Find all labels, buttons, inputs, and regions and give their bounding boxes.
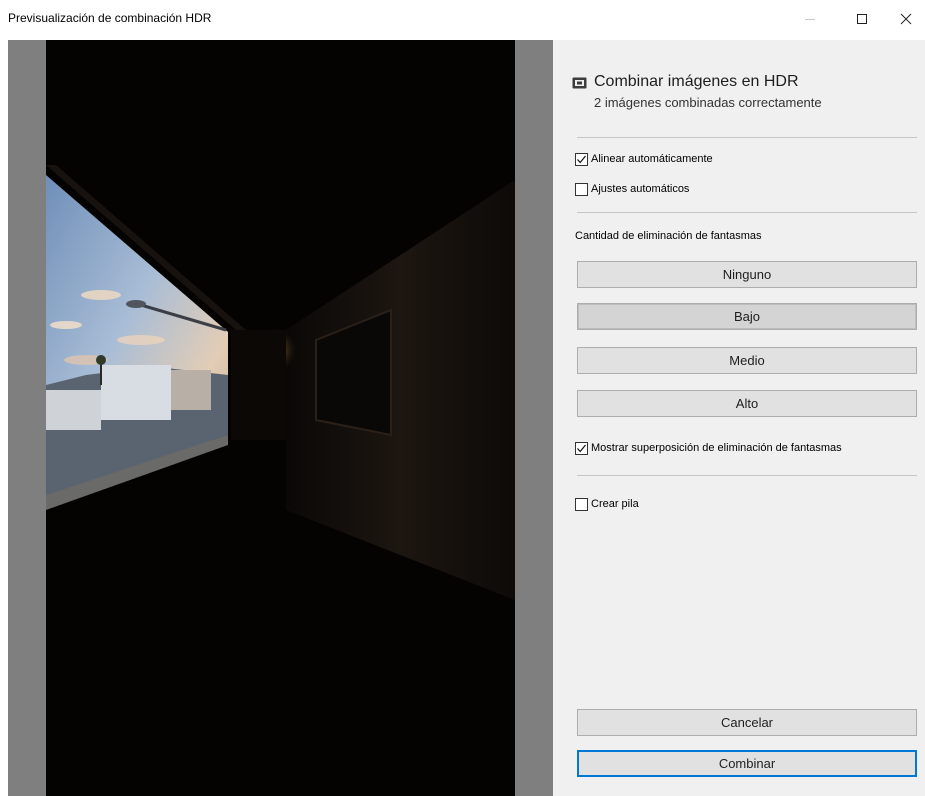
- panel-title: Combinar imágenes en HDR: [594, 73, 799, 90]
- hdr-preview-image: [46, 40, 515, 796]
- separator: [577, 137, 917, 138]
- create-stack-checkbox[interactable]: Crear pila: [575, 496, 639, 512]
- auto-align-checkbox[interactable]: Alinear automáticamente: [575, 151, 713, 167]
- separator: [577, 212, 917, 213]
- deghost-medium-button[interactable]: Medio: [577, 347, 917, 374]
- auto-settings-checkbox[interactable]: Ajustes automáticos: [575, 181, 689, 197]
- options-panel: Combinar imágenes en HDR 2 imágenes comb…: [553, 40, 925, 796]
- deghost-low-button[interactable]: Bajo: [577, 303, 917, 330]
- auto-settings-label: Ajustes automáticos: [591, 183, 690, 195]
- merge-status: 2 imágenes combinadas correctamente: [594, 95, 822, 110]
- checkbox-unchecked-icon: [575, 182, 588, 196]
- show-deghost-overlay-checkbox[interactable]: Mostrar superposición de eliminación de …: [575, 440, 842, 456]
- maximize-button[interactable]: [842, 6, 882, 32]
- deghost-label: Cantidad de eliminación de fantasmas: [575, 230, 762, 242]
- corridor-photo: [46, 40, 515, 796]
- auto-align-label: Alinear automáticamente: [591, 153, 713, 165]
- create-stack-label: Crear pila: [591, 498, 639, 510]
- show-deghost-overlay-label: Mostrar superposición de eliminación de …: [591, 442, 842, 454]
- maximize-icon: [857, 14, 867, 24]
- cancel-button[interactable]: Cancelar: [577, 709, 917, 736]
- deghost-none-button[interactable]: Ninguno: [577, 261, 917, 288]
- merge-button[interactable]: Combinar: [577, 750, 917, 777]
- window-title: Previsualización de combinación HDR: [8, 11, 212, 25]
- close-icon: [900, 13, 912, 25]
- hdr-merge-icon: [572, 77, 587, 89]
- checkbox-unchecked-icon: [575, 497, 588, 511]
- deghost-high-button[interactable]: Alto: [577, 390, 917, 417]
- close-button[interactable]: [886, 6, 925, 32]
- preview-area: [8, 40, 553, 796]
- minimize-button[interactable]: [790, 6, 830, 32]
- minimize-icon: [805, 19, 815, 20]
- checkbox-checked-icon: [575, 441, 588, 455]
- checkbox-checked-icon: [575, 152, 588, 166]
- separator: [577, 475, 917, 476]
- title-bar: Previsualización de combinación HDR: [0, 0, 925, 40]
